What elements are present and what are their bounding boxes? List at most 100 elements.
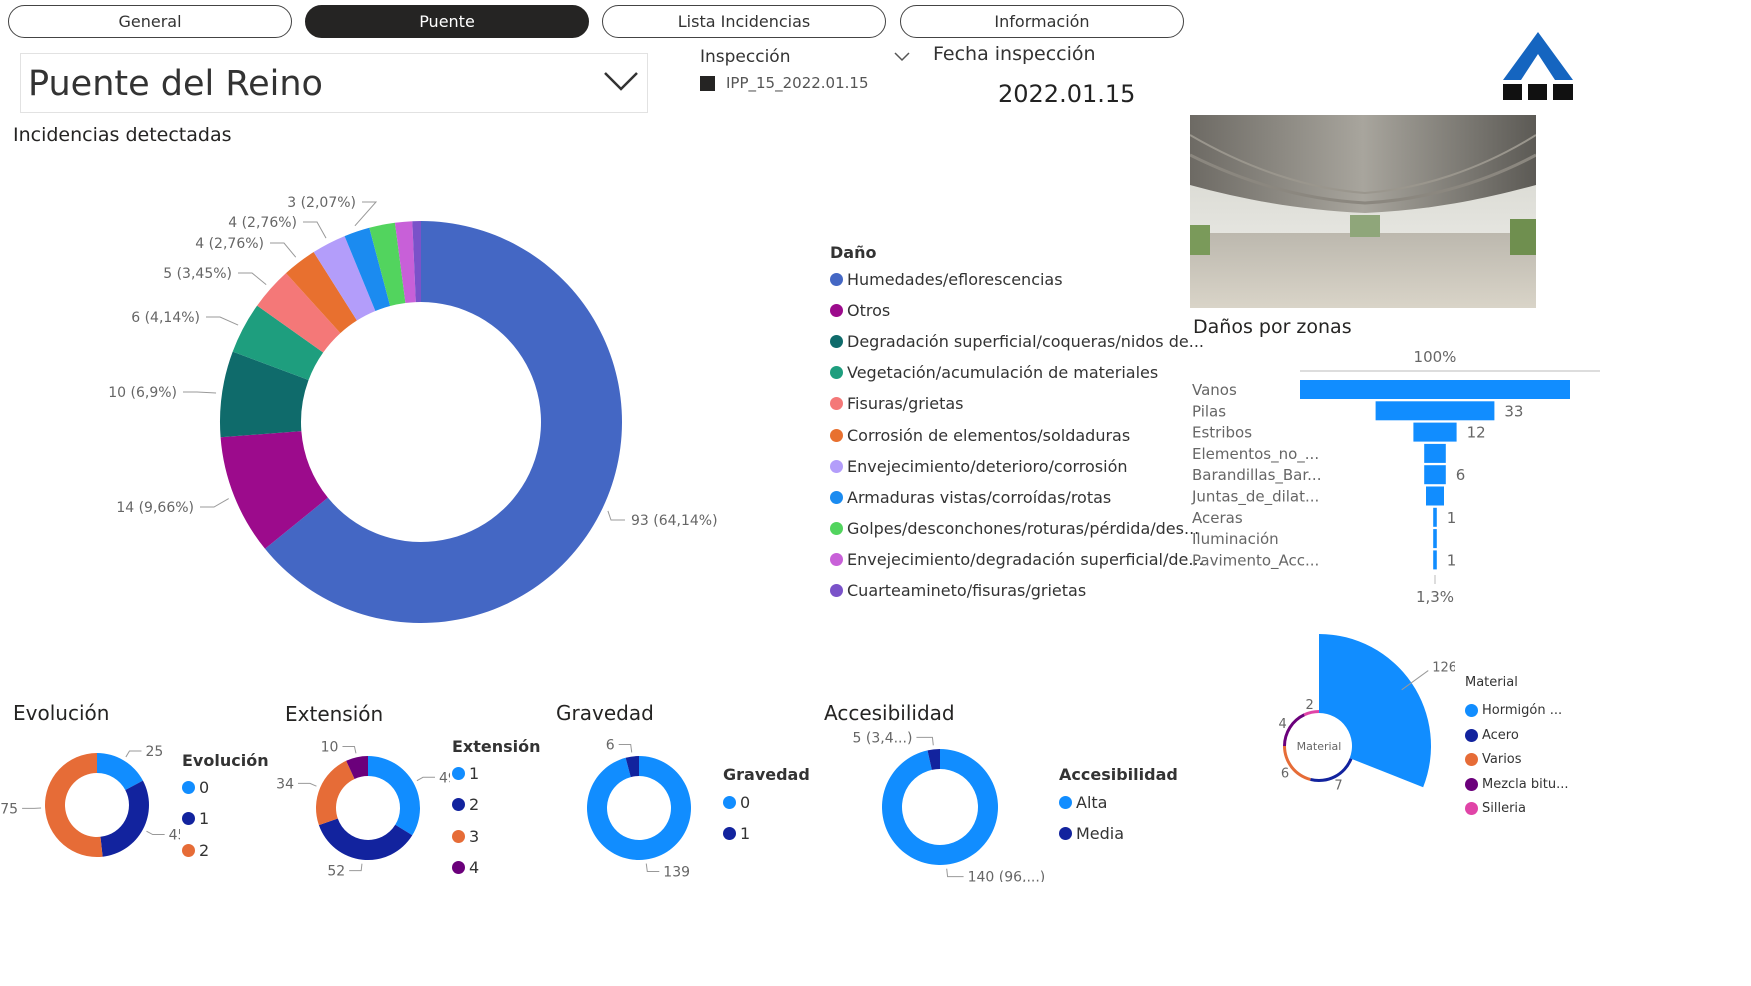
extension-donut-chart[interactable]: 49 52 34 10 [270, 730, 450, 880]
zonas-bar[interactable] [1413, 422, 1457, 442]
incidencias-leader-line [183, 391, 217, 394]
evolucion-legend-item[interactable]: 1 [182, 809, 209, 828]
incidencias-legend-label: Cuarteamineto/fisuras/grietas [847, 581, 1087, 600]
accesibilidad-legend-item[interactable]: Media [1059, 824, 1124, 843]
extension-slice[interactable] [368, 756, 420, 836]
tab-puente[interactable]: Puente [305, 5, 589, 38]
incidencias-donut-chart[interactable]: 93 (64,14%) 14 (9,66%) 10 (6,9%) 6 (4,14%) 5… [0, 150, 820, 650]
material-rose-chart[interactable]: 126 7 6 4 2 Material [1255, 625, 1455, 800]
fecha-value: 2022.01.15 [998, 80, 1136, 108]
gravedad-legend-marker [723, 796, 736, 809]
material-data-label: 7 [1334, 778, 1342, 793]
zonas-bar[interactable] [1424, 465, 1446, 485]
evolucion-legend-item[interactable]: 0 [182, 778, 209, 797]
zonas-bar[interactable] [1433, 529, 1437, 549]
incidencias-leader-line [206, 316, 239, 326]
extension-legend-item[interactable]: 1 [452, 764, 479, 783]
evolucion-legend-item[interactable]: 2 [182, 841, 209, 860]
extension-legend-item[interactable]: 2 [452, 795, 479, 814]
incidencias-legend-marker [830, 428, 843, 442]
inspeccion-chevron-icon[interactable] [893, 51, 911, 63]
incidencias-legend-item[interactable]: Armaduras vistas/corroídas/rotas [830, 488, 1111, 507]
evolucion-data-label: 75 [0, 801, 18, 817]
extension-legend-item[interactable]: 3 [452, 827, 479, 846]
zonas-funnel-chart[interactable]: 100% Vanos Pilas 33 Estribos 12 Elementos_no_.… [1185, 340, 1751, 615]
zonas-category-label: Aceras [1192, 509, 1243, 527]
material-legend-item[interactable]: Silleria [1465, 801, 1526, 816]
gravedad-donut-chart[interactable]: 139 6 [560, 730, 720, 880]
incidencias-legend-item[interactable]: Envejecimiento/deterioro/corrosión [830, 457, 1128, 476]
material-data-label: 2 [1305, 698, 1313, 713]
tab-lista-incidencias[interactable]: Lista Incidencias [602, 5, 886, 38]
accesibilidad-data-label: 5 (3,4...) [853, 730, 913, 746]
extension-slice[interactable] [316, 760, 355, 826]
incidencias-legend-item[interactable]: Envejecimiento/degradación superficial/d… [830, 550, 1204, 569]
evolucion-donut-chart[interactable]: 25 45 75 [0, 730, 180, 880]
incidencias-leader-line [354, 201, 378, 227]
material-legend-marker [1465, 753, 1478, 766]
incidencias-legend-item[interactable]: Golpes/desconchones/roturas/pérdida/des.… [830, 519, 1199, 538]
incidencias-legend-item[interactable]: Vegetación/acumulación de materiales [830, 363, 1158, 382]
gravedad-legend-item[interactable]: 0 [723, 793, 750, 812]
incidencias-data-label: 4 (2,76%) [195, 236, 264, 252]
evolucion-slice[interactable] [45, 753, 103, 857]
incidencias-legend-label: Humedades/eflorescencias [847, 270, 1063, 289]
incidencias-legend-label: Golpes/desconchones/roturas/pérdida/des.… [847, 518, 1200, 538]
evolucion-legend-marker [182, 843, 195, 857]
extension-leader-line [416, 776, 436, 782]
zonas-bar[interactable] [1426, 486, 1444, 506]
incidencias-data-label: 3 (2,07%) [287, 195, 356, 211]
zonas-category-label: Vanos [1192, 381, 1237, 399]
accesibilidad-leader-line [946, 868, 964, 878]
tab-general[interactable]: General [8, 5, 292, 38]
incidencias-legend-item[interactable]: Otros [830, 301, 890, 320]
incidencias-legend-label: Armaduras vistas/corroídas/rotas [847, 487, 1112, 507]
incidencias-legend-label: Degradación superficial/coqueras/nidos d… [847, 332, 1204, 352]
material-legend-marker [1465, 802, 1478, 815]
incidencias-legend-item[interactable]: Corrosión de elementos/soldaduras [830, 426, 1130, 445]
incidencias-legend-item[interactable]: Fisuras/grietas [830, 394, 964, 413]
incidencias-data-label: 14 (9,66%) [116, 500, 194, 516]
zonas-value-label: 33 [1504, 402, 1523, 420]
gravedad-leader-line [618, 744, 633, 753]
zonas-bar[interactable] [1433, 507, 1437, 527]
material-legend-label: Varios [1482, 752, 1522, 767]
accesibilidad-data-label: 140 (96,...) [968, 870, 1046, 882]
tab-informacion[interactable]: Información [900, 5, 1184, 38]
inspeccion-item[interactable]: IPP_15_2022.01.15 [726, 74, 869, 92]
incidencias-legend-item[interactable]: Humedades/eflorescencias [830, 270, 1063, 289]
extension-legend-marker [452, 767, 465, 780]
incidencias-legend-marker [830, 273, 843, 286]
accesibilidad-legend-item[interactable]: Alta [1059, 793, 1107, 812]
zonas-bar[interactable] [1433, 550, 1437, 570]
extension-legend-label: 3 [469, 826, 480, 846]
accesibilidad-legend-marker [1059, 796, 1072, 809]
material-legend-label: Silleria [1482, 801, 1527, 816]
material-legend-item[interactable]: Acero [1465, 728, 1519, 743]
extension-legend-marker [452, 829, 465, 843]
zonas-bar[interactable] [1424, 443, 1446, 463]
gravedad-legend-item[interactable]: 1 [723, 824, 750, 843]
incidencias-legend-item[interactable]: Cuarteamineto/fisuras/grietas [830, 581, 1086, 600]
material-legend-item[interactable]: Hormigón ... [1465, 703, 1562, 718]
extension-legend-marker [452, 798, 465, 812]
incidencias-legend-item[interactable]: Degradación superficial/coqueras/nidos d… [830, 332, 1204, 351]
zonas-bar[interactable] [1375, 401, 1495, 421]
bridge-dropdown[interactable]: Puente del Reino [20, 53, 648, 113]
zonas-category-label: Pilas [1192, 402, 1226, 420]
gravedad-legend-marker [723, 827, 736, 841]
extension-legend-item[interactable]: 4 [452, 858, 479, 877]
zonas-bar[interactable] [1300, 380, 1570, 399]
material-legend-item[interactable]: Mezcla bitu... [1465, 777, 1569, 792]
inspeccion-checkbox[interactable] [700, 76, 715, 91]
incidencias-data-label: 10 (6,9%) [108, 385, 177, 401]
extension-data-label: 10 [321, 739, 339, 755]
incidencias-legend-marker [830, 366, 843, 380]
evolucion-slice[interactable] [100, 780, 150, 857]
material-legend-item[interactable]: Varios [1465, 752, 1522, 767]
accesibilidad-donut-chart[interactable]: 140 (96,...) 5 (3,4...) [840, 730, 1050, 882]
accesibilidad-legend-label: Media [1076, 824, 1125, 844]
zonas-category-label: Barandillas_Bar... [1192, 466, 1321, 485]
incidencias-legend-label: Envejecimiento/deterioro/corrosión [847, 456, 1128, 476]
evolucion-legend-marker [182, 781, 195, 794]
